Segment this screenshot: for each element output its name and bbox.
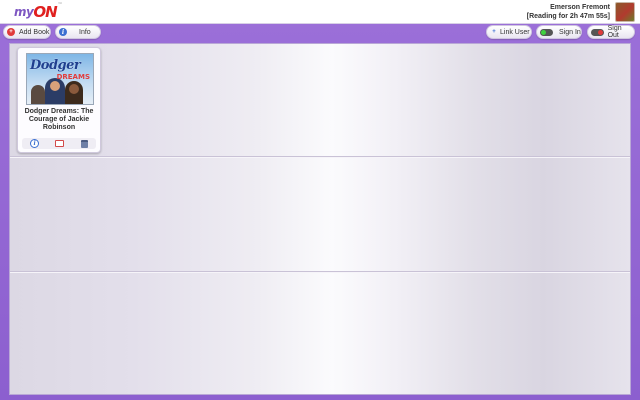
book-card[interactable]: Dodger DREAMS Dodger Dreams: The Courage… bbox=[17, 47, 101, 153]
open-book-icon[interactable] bbox=[55, 140, 65, 147]
book-info-icon[interactable]: i bbox=[30, 139, 40, 148]
logo-trademark: ™ bbox=[57, 2, 63, 8]
main-frame: + Add Book i Info + Link User Sign In Si… bbox=[0, 24, 640, 400]
info-icon: i bbox=[59, 28, 67, 36]
sign-in-button[interactable]: Sign In bbox=[536, 25, 582, 39]
sign-out-label: Sign Out bbox=[607, 25, 622, 39]
add-book-button[interactable]: + Add Book bbox=[3, 25, 51, 39]
cover-figure bbox=[31, 85, 45, 104]
book-title[interactable]: Dodger Dreams: The Courage of Jackie Rob… bbox=[20, 108, 98, 132]
sign-out-button[interactable]: Sign Out bbox=[587, 25, 635, 39]
toggle-off-icon bbox=[591, 28, 604, 36]
cover-face bbox=[50, 81, 60, 91]
app-header: my ON ™ Emerson Fremont [Reading for 2h … bbox=[0, 0, 640, 24]
reading-timer: [Reading for 2h 47m 55s] bbox=[526, 13, 610, 20]
book-cover[interactable]: Dodger DREAMS bbox=[26, 53, 94, 105]
cover-face bbox=[69, 84, 79, 94]
info-button[interactable]: i Info bbox=[55, 25, 101, 39]
link-user-button[interactable]: + Link User bbox=[486, 25, 532, 39]
user-name: Emerson Fremont bbox=[550, 4, 610, 11]
logo-my-text: my bbox=[14, 5, 34, 19]
user-info: Emerson Fremont [Reading for 2h 47m 55s] bbox=[527, 3, 610, 21]
bookshelf: Dodger DREAMS Dodger Dreams: The Courage… bbox=[9, 43, 631, 395]
toolbar: + Add Book i Info + Link User Sign In Si… bbox=[0, 24, 640, 41]
avatar[interactable] bbox=[615, 2, 635, 22]
logo-on-text: ON bbox=[33, 3, 57, 21]
shelf-divider bbox=[10, 271, 630, 272]
plus-icon: + bbox=[492, 29, 496, 35]
cover-title: Dodger bbox=[30, 58, 81, 73]
sign-in-label: Sign In bbox=[559, 28, 581, 36]
link-user-label: Link User bbox=[500, 28, 530, 36]
info-label: Info bbox=[79, 28, 91, 36]
cover-subtitle: DREAMS bbox=[56, 73, 90, 81]
myon-logo[interactable]: my ON ™ bbox=[14, 2, 63, 22]
add-icon: + bbox=[7, 28, 15, 36]
remove-book-icon[interactable] bbox=[80, 139, 88, 148]
book-actions: i bbox=[22, 138, 96, 149]
add-book-label: Add Book bbox=[19, 28, 50, 36]
shelf-divider bbox=[10, 156, 630, 157]
toggle-on-icon bbox=[540, 28, 553, 36]
